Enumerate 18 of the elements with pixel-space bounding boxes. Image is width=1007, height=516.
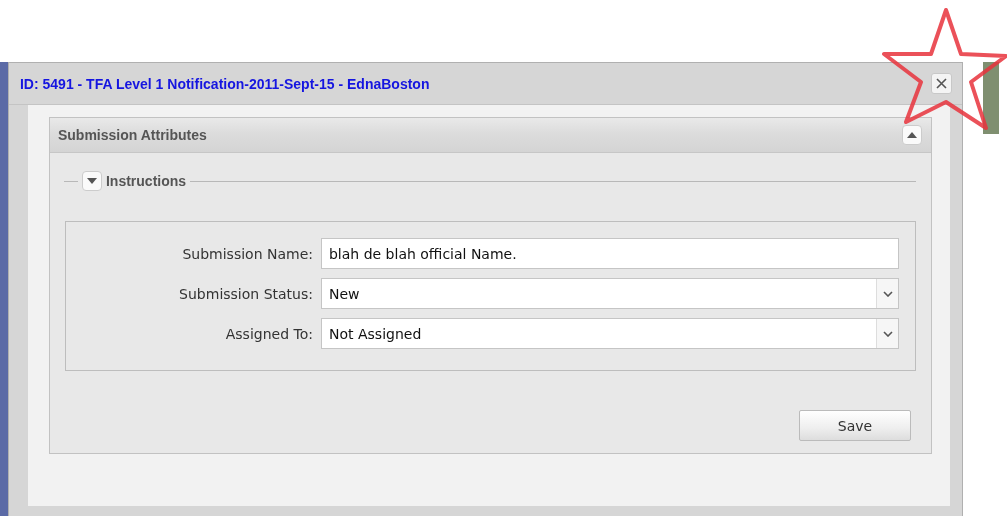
chevron-down-icon (882, 290, 893, 297)
close-icon (936, 78, 948, 89)
select-field[interactable]: Not Assigned (321, 318, 900, 349)
section-title: Instructions (106, 173, 187, 189)
panel-title: Submission Attributes (58, 127, 207, 143)
select-field[interactable]: New (321, 278, 900, 309)
close-button[interactable] (931, 73, 953, 94)
field-label: Assigned To: (224, 325, 313, 342)
collapse-button[interactable] (902, 125, 923, 145)
input-field[interactable]: blah de blah official Name. (321, 238, 900, 269)
toggle-button[interactable] (82, 171, 102, 191)
field-label: Submission Status: (178, 285, 313, 302)
chevron-down-icon (882, 330, 893, 337)
field-label: Submission Name: (181, 245, 313, 262)
save-button[interactable]: Save (799, 410, 912, 441)
dropdown-button[interactable] (876, 319, 899, 348)
window-title: ID: 5491 - TFA Level 1 Notification-2011-Sept-15 - EdnaBoston (20, 75, 430, 92)
dropdown-button[interactable] (876, 279, 899, 308)
